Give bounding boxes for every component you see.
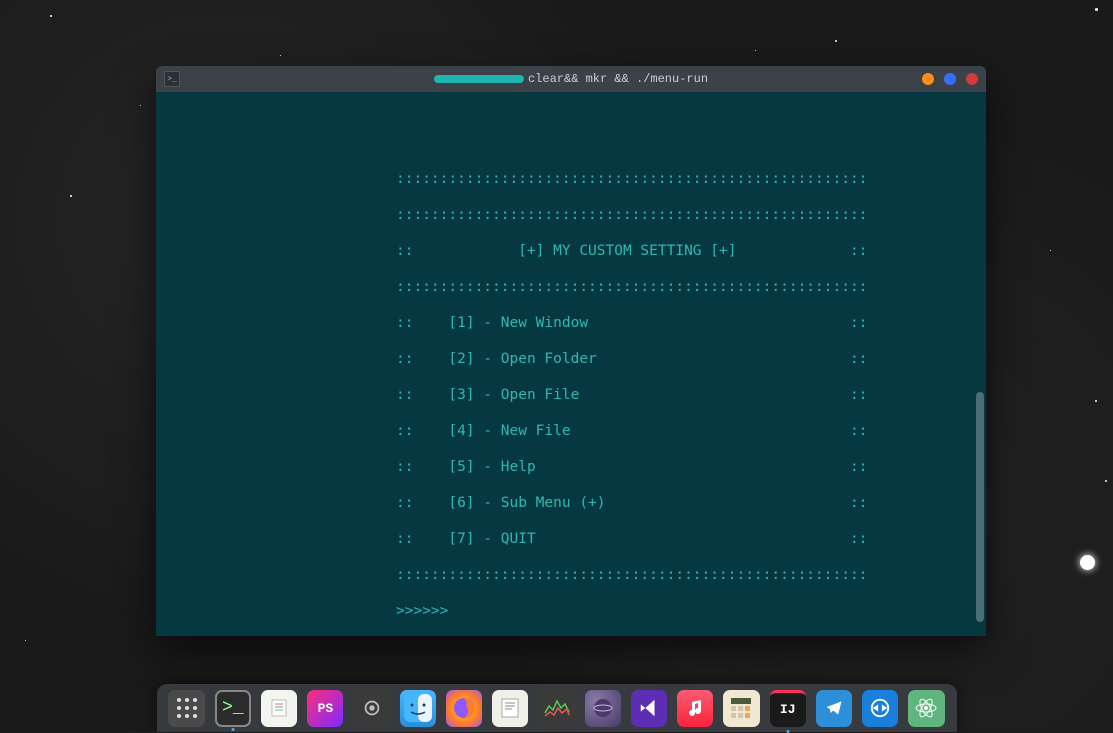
terminal-body[interactable]: ::::::::::::::::::::::::::::::::::::::::… <box>156 92 986 636</box>
dock-atom-icon[interactable] <box>908 690 944 727</box>
terminal-scrollbar[interactable] <box>976 392 984 622</box>
dock-calculator-icon[interactable] <box>723 690 759 727</box>
dock-teamviewer-icon[interactable] <box>862 690 898 727</box>
dock-toolbox-icon[interactable]: PS <box>307 690 343 727</box>
dock-eclipse-icon[interactable] <box>585 690 621 727</box>
terminal-app-icon: >_ <box>164 71 180 87</box>
menu-prompt[interactable]: >>>>>> <box>156 602 974 620</box>
window-title: clear&& mkr && ./menu-run <box>434 72 708 86</box>
dock-vscode-icon[interactable] <box>631 690 667 727</box>
dock-terminal-icon[interactable]: >_ <box>215 690 251 727</box>
dock: >_ PS IJ <box>157 684 957 732</box>
menu-border: ::::::::::::::::::::::::::::::::::::::::… <box>156 566 974 584</box>
dock-text-editor-icon[interactable] <box>492 690 528 727</box>
menu-item-4: :: [4] - New File :: <box>156 422 974 440</box>
dock-firefox-icon[interactable] <box>446 690 482 727</box>
menu-border: ::::::::::::::::::::::::::::::::::::::::… <box>156 278 974 296</box>
close-button[interactable] <box>966 73 978 85</box>
menu-item-6: :: [6] - Sub Menu (+) :: <box>156 494 974 512</box>
dock-system-monitor-icon[interactable] <box>538 690 574 727</box>
menu-border: ::::::::::::::::::::::::::::::::::::::::… <box>156 206 974 224</box>
dock-notes-icon[interactable] <box>261 690 297 727</box>
minimize-button[interactable] <box>922 73 934 85</box>
maximize-button[interactable] <box>944 73 956 85</box>
menu-item-1: :: [1] - New Window :: <box>156 314 974 332</box>
menu-header: :: [+] MY CUSTOM SETTING [+] :: <box>156 242 974 260</box>
menu-item-3: :: [3] - Open File :: <box>156 386 974 404</box>
dock-intellij-icon[interactable]: IJ <box>770 690 806 727</box>
menu-border: ::::::::::::::::::::::::::::::::::::::::… <box>156 170 974 188</box>
terminal-window: >_ clear&& mkr && ./menu-run :::::::::::… <box>156 66 986 636</box>
dock-settings-icon[interactable] <box>353 690 389 727</box>
show-applications-button[interactable] <box>168 690 204 727</box>
menu-item-2: :: [2] - Open Folder :: <box>156 350 974 368</box>
window-titlebar[interactable]: >_ clear&& mkr && ./menu-run <box>156 66 986 92</box>
dock-finder-icon[interactable] <box>400 690 436 727</box>
terminal-output: ::::::::::::::::::::::::::::::::::::::::… <box>156 92 974 636</box>
dock-telegram-icon[interactable] <box>816 690 852 727</box>
dock-music-icon[interactable] <box>677 690 713 727</box>
menu-item-5: :: [5] - Help :: <box>156 458 974 476</box>
menu-item-7: :: [7] - QUIT :: <box>156 530 974 548</box>
